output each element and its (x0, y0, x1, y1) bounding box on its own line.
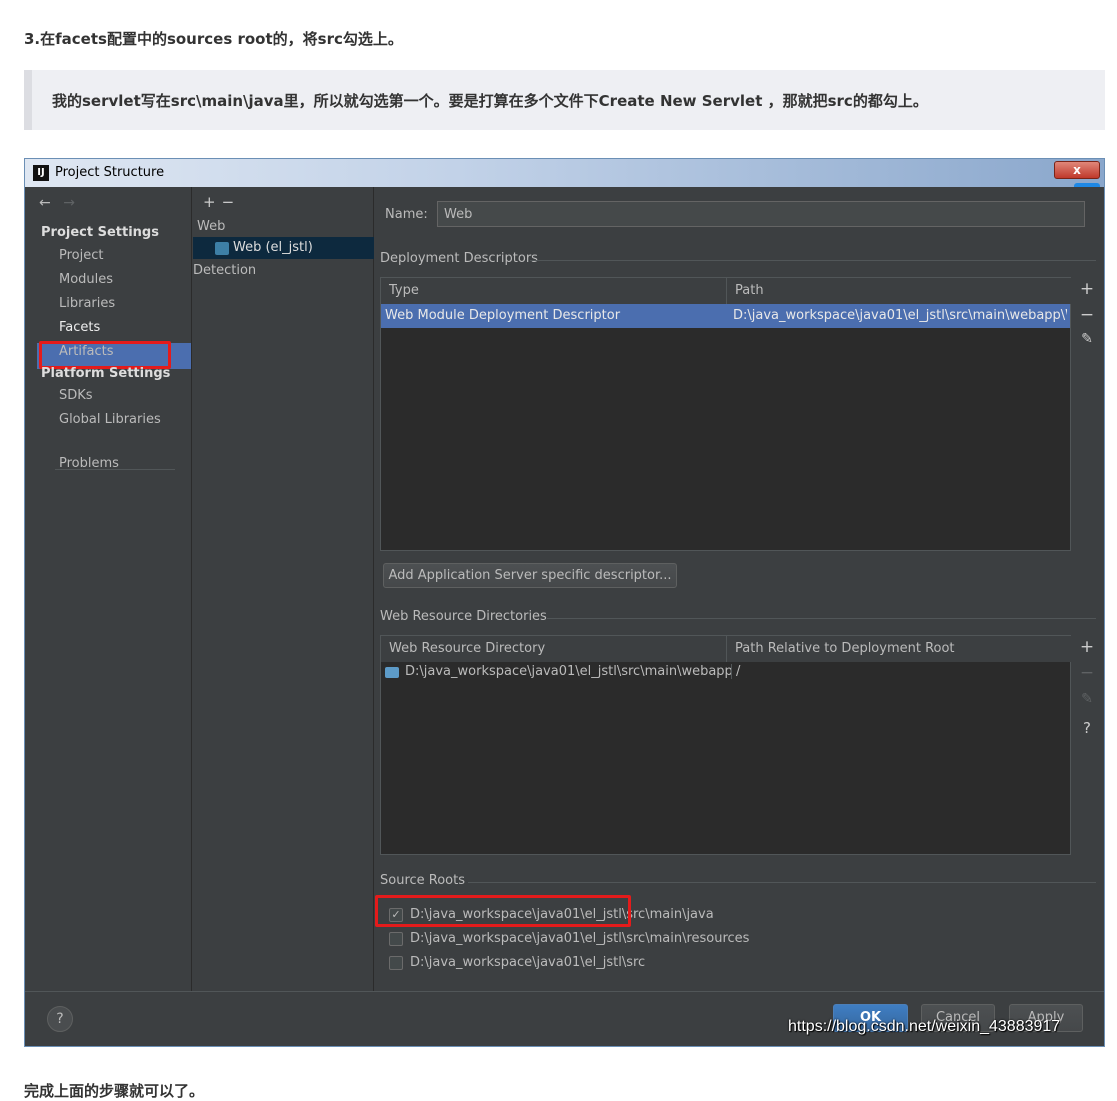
facet-group-web: Web (197, 219, 226, 234)
table-row[interactable]: Web Module Deployment Descriptor D:\java… (381, 304, 1070, 328)
remove-icon[interactable]: − (222, 193, 241, 211)
nav-item-modules[interactable]: Modules (59, 272, 113, 287)
facet-detail-panel: Name: Web Deployment Descriptors Type Pa… (375, 187, 1104, 991)
nav-item-libraries[interactable]: Libraries (59, 296, 115, 311)
dialog-titlebar: IJ Project Structure x (25, 159, 1104, 187)
facet-item-web[interactable]: Web (el_jstl) (193, 237, 374, 259)
detection-item[interactable]: Detection (193, 263, 256, 278)
nav-item-project[interactable]: Project (59, 248, 103, 263)
project-structure-dialog: IJ Project Structure x ☁ ← → Project Set… (24, 158, 1105, 1047)
section-divider (547, 618, 1096, 619)
help-question-icon[interactable]: ? (1075, 719, 1099, 737)
source-root-path: D:\java_workspace\java01\el_jstl\src\mai… (410, 931, 750, 946)
nav-item-global-libraries[interactable]: Global Libraries (59, 412, 161, 427)
facet-list-panel: +− Web Web (el_jstl) Detection (193, 187, 374, 991)
column-header-path[interactable]: Path (727, 278, 1072, 304)
name-input[interactable]: Web (437, 201, 1085, 227)
src-highlight-box (375, 895, 631, 927)
remove-descriptor-icon[interactable]: − (1075, 305, 1099, 325)
edit-pencil-icon[interactable]: ✎ (1075, 331, 1099, 347)
nav-item-problems[interactable]: Problems (59, 456, 119, 471)
section-divider (468, 882, 1096, 883)
nav-item-artifacts[interactable]: Artifacts (59, 344, 114, 359)
deployment-descriptors-table: Type Path Web Module Deployment Descript… (380, 277, 1072, 551)
settings-nav: ← → Project Settings Project Modules Lib… (25, 187, 192, 991)
add-icon[interactable]: + (203, 193, 222, 211)
web-facet-icon (215, 242, 229, 255)
checkbox-unchecked-icon[interactable] (389, 932, 403, 946)
table-row[interactable]: D:\java_workspace\java01\el_jstl\src\mai… (381, 662, 1070, 682)
edit-pencil-icon: ✎ (1081, 691, 1093, 707)
source-root-path: D:\java_workspace\java01\el_jstl\src (410, 955, 646, 970)
help-button[interactable]: ? (47, 1006, 73, 1032)
web-resource-directories-title: Web Resource Directories (380, 609, 547, 624)
platform-settings-header: Platform Settings (41, 366, 171, 381)
nav-item-facets[interactable]: Facets (59, 320, 100, 335)
name-label: Name: (385, 207, 428, 222)
cell-directory: D:\java_workspace\java01\el_jstl\src\mai… (405, 664, 733, 679)
add-descriptor-icon[interactable]: + (1075, 279, 1099, 299)
folder-icon (385, 667, 399, 678)
back-arrow-icon[interactable]: ← (39, 195, 51, 211)
column-header-directory[interactable]: Web Resource Directory (381, 636, 727, 662)
web-resource-table: Web Resource Directory Path Relative to … (380, 635, 1072, 855)
intellij-icon: IJ (33, 165, 49, 181)
quote-text: 我的servlet写在src\main\java里，所以就勾选第一个。要是打算在… (52, 92, 928, 110)
close-button[interactable]: x (1054, 161, 1100, 179)
source-roots-title: Source Roots (380, 873, 466, 888)
nav-arrows: ← → (39, 195, 75, 211)
watermark-text: https://blog.csdn.net/weixin_43883917 (788, 1018, 1061, 1035)
project-settings-header: Project Settings (41, 225, 159, 240)
article-heading: 3.在facets配置中的sources root的，将src勾选上。 (24, 30, 403, 48)
facet-toolbar: +− (203, 193, 240, 211)
cell-type: Web Module Deployment Descriptor (385, 308, 621, 323)
add-directory-icon[interactable]: + (1075, 637, 1099, 657)
article-footer: 完成上面的步骤就可以了。 (24, 1082, 205, 1100)
remove-directory-icon: − (1079, 663, 1095, 683)
add-server-descriptor-button[interactable]: Add Application Server specific descript… (383, 563, 677, 588)
cell-path: D:\java_workspace\java01\el_jstl\src\mai… (733, 308, 1067, 323)
deployment-descriptors-title: Deployment Descriptors (380, 251, 538, 266)
checkbox-unchecked-icon[interactable] (389, 956, 403, 970)
column-header-relative-path[interactable]: Path Relative to Deployment Root (727, 636, 1072, 662)
dialog-title: Project Structure (55, 165, 165, 180)
facet-item-label: Web (el_jstl) (233, 240, 313, 255)
column-header-type[interactable]: Type (381, 278, 727, 304)
article-quote: 我的servlet写在src\main\java里，所以就勾选第一个。要是打算在… (24, 70, 1105, 130)
cell-relative-path: / (731, 664, 740, 679)
forward-arrow-icon[interactable]: → (63, 195, 75, 211)
section-divider (530, 260, 1096, 261)
nav-item-sdks[interactable]: SDKs (59, 388, 93, 403)
